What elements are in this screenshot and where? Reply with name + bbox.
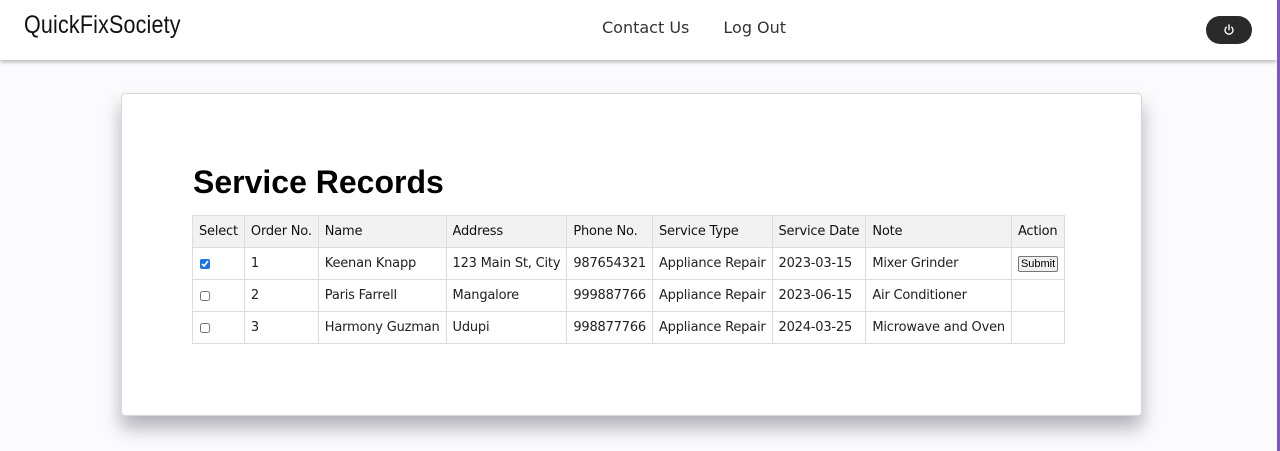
phone-cell: 999887766 [566, 279, 653, 312]
column-header-address: Address [445, 215, 568, 248]
power-icon [1224, 24, 1234, 35]
nav-link-contact-us[interactable]: Contact Us [602, 18, 689, 37]
select-cell [192, 311, 245, 344]
service-date-cell: 2023-03-15 [771, 247, 867, 280]
service-date-cell: 2024-03-25 [771, 311, 867, 344]
service-date-cell: 2023-06-15 [771, 279, 867, 312]
phone-cell: 998877766 [566, 311, 653, 344]
power-button[interactable] [1206, 16, 1252, 44]
note-cell: Air Conditioner [865, 279, 1012, 312]
column-header-order-no: Order No. [243, 215, 319, 248]
page: QuickFixSociety Contact Us Log Out Servi… [0, 0, 1280, 451]
submit-button[interactable]: Submit [1017, 255, 1059, 272]
name-cell: Paris Farrell [317, 279, 447, 312]
column-header-action: Action [1010, 215, 1066, 248]
phone-cell: 987654321 [566, 247, 653, 280]
table-row: 2 Paris Farrell Mangalore 999887766 Appl… [192, 279, 1066, 312]
order-no-cell: 2 [243, 279, 319, 312]
row-select-checkbox[interactable] [200, 258, 210, 269]
service-type-cell: Appliance Repair [651, 279, 773, 312]
name-cell: Keenan Knapp [317, 247, 447, 280]
column-header-note: Note [865, 215, 1012, 248]
brand-logo[interactable]: QuickFixSociety [24, 11, 181, 40]
service-type-cell: Appliance Repair [651, 311, 773, 344]
action-cell [1010, 279, 1066, 312]
table-row: 3 Harmony Guzman Udupi 998877766 Applian… [192, 311, 1066, 344]
address-cell: Udupi [445, 311, 568, 344]
name-cell: Harmony Guzman [317, 311, 447, 344]
select-cell [192, 279, 245, 312]
column-header-select: Select [192, 215, 245, 248]
service-records-table: Select Order No. Name Address Phone No. … [192, 215, 1066, 344]
note-cell: Microwave and Oven [865, 311, 1012, 344]
column-header-phone-no: Phone No. [566, 215, 653, 248]
column-header-service-type: Service Type [651, 215, 773, 248]
row-select-checkbox[interactable] [200, 290, 210, 301]
action-cell: Submit [1010, 247, 1066, 280]
nav-link-log-out[interactable]: Log Out [723, 18, 786, 37]
column-header-service-date: Service Date [771, 215, 867, 248]
records-card: Service Records Select Order No. Name Ad… [121, 93, 1142, 416]
service-type-cell: Appliance Repair [651, 247, 773, 280]
page-title: Service Records [193, 164, 444, 200]
note-cell: Mixer Grinder [865, 247, 1012, 280]
table-header-row: Select Order No. Name Address Phone No. … [192, 215, 1066, 248]
row-select-checkbox[interactable] [200, 322, 210, 333]
top-navbar: QuickFixSociety Contact Us Log Out [0, 0, 1277, 60]
table-row: 1 Keenan Knapp 123 Main St, City 9876543… [192, 247, 1066, 280]
action-cell [1010, 311, 1066, 344]
column-header-name: Name [317, 215, 447, 248]
nav-links: Contact Us Log Out [602, 18, 786, 37]
order-no-cell: 1 [243, 247, 319, 280]
address-cell: 123 Main St, City [445, 247, 568, 280]
select-cell [192, 247, 245, 280]
order-no-cell: 3 [243, 311, 319, 344]
address-cell: Mangalore [445, 279, 568, 312]
